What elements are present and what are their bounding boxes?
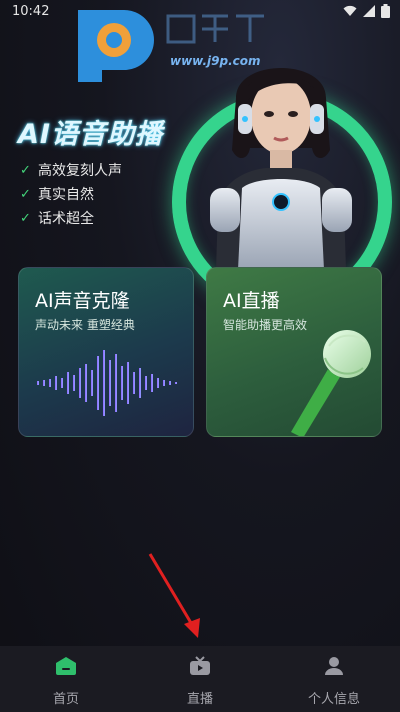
feature-item: ✓ 真实自然 bbox=[20, 182, 122, 206]
bottom-nav: 首页 直播 个人信息 bbox=[0, 646, 400, 712]
feature-item: ✓ 话术超全 bbox=[20, 206, 122, 230]
nav-home[interactable]: 首页 bbox=[16, 654, 116, 708]
check-icon: ✓ bbox=[20, 210, 31, 226]
hero-title: AI语音助播 bbox=[18, 119, 163, 150]
nav-label: 直播 bbox=[186, 692, 213, 707]
battery-icon bbox=[381, 4, 390, 18]
nav-profile[interactable]: 个人信息 bbox=[284, 654, 384, 708]
feature-label: 真实自然 bbox=[38, 187, 94, 203]
person-icon bbox=[325, 657, 343, 675]
voice-clone-card[interactable]: AI声音克隆 声动未来 重塑经典 bbox=[18, 267, 194, 437]
check-icon: ✓ bbox=[20, 162, 31, 178]
nav-live[interactable]: 直播 bbox=[150, 654, 250, 708]
feature-label: 话术超全 bbox=[38, 211, 94, 227]
ai-avatar-robot bbox=[210, 68, 352, 270]
microphone-icon bbox=[291, 330, 371, 436]
tv-icon bbox=[190, 656, 210, 675]
feature-item: ✓ 高效复刻人声 bbox=[20, 158, 122, 182]
ai-live-card[interactable]: AI直播 智能助播更高效 bbox=[206, 267, 382, 437]
card-subtitle: 声动未来 重塑经典 bbox=[35, 318, 135, 332]
home-icon bbox=[56, 657, 76, 675]
card-title: AI声音克隆 bbox=[35, 290, 130, 312]
signal-icon bbox=[363, 5, 375, 17]
annotation-arrow bbox=[148, 553, 200, 638]
status-time: 10:42 bbox=[12, 4, 50, 19]
feature-label: 高效复刻人声 bbox=[38, 163, 122, 179]
check-icon: ✓ bbox=[20, 186, 31, 202]
status-icons bbox=[343, 4, 390, 18]
card-title: AI直播 bbox=[223, 290, 280, 312]
feature-list: ✓ 高效复刻人声 ✓ 真实自然 ✓ 话术超全 bbox=[20, 158, 122, 230]
soundwave-icon bbox=[37, 350, 177, 416]
wifi-icon bbox=[343, 5, 357, 16]
app-screen: 10:42 www.j9p.com AI语音助播 ✓ 高效复刻人声 ✓ 真实自然… bbox=[0, 0, 400, 712]
nav-label: 个人信息 bbox=[307, 692, 360, 707]
nav-label: 首页 bbox=[52, 692, 79, 707]
